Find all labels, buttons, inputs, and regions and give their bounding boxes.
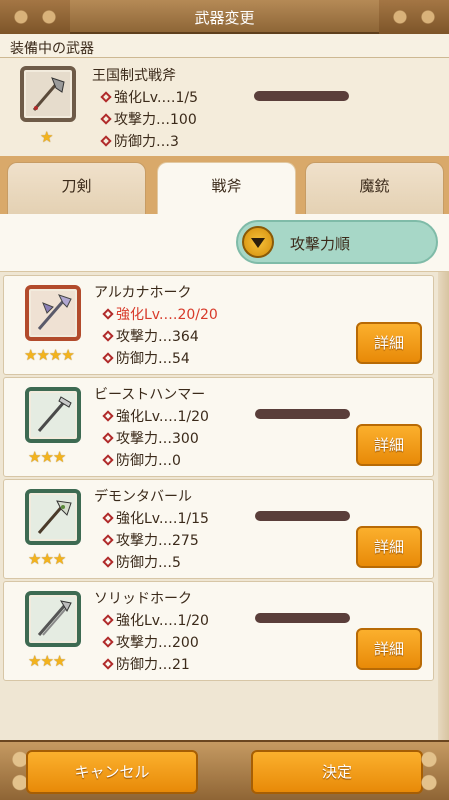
weapon-axe-icon: [25, 489, 81, 545]
detail-button[interactable]: 詳細: [356, 526, 422, 568]
list-item[interactable]: ★★★★ アルカナホーク 強化Lv.…20/20 攻撃力…364 防御力…54 …: [3, 275, 434, 375]
equipped-weapon-defense: 防御力…3: [100, 131, 179, 151]
weapon-enhance: 強化Lv.…1/20: [102, 406, 209, 426]
weapon-attack: 攻撃力…364: [102, 326, 199, 346]
tab-magic-gun[interactable]: 魔銃: [305, 162, 444, 214]
weapon-axe-icon: [25, 591, 81, 647]
equipped-section-header: 装備中の武器: [0, 34, 449, 58]
rarity-stars: ★★★★: [24, 346, 75, 364]
equipped-weapon-axe-icon: [20, 66, 76, 122]
weapon-name: デモンタバール: [94, 489, 192, 505]
diamond-bullet-icon: [102, 410, 114, 422]
weapon-name: ビーストハンマー: [94, 387, 206, 403]
weapon-attack: 攻撃力…275: [102, 530, 199, 550]
weapon-axe-icon: [25, 285, 81, 341]
weapon-hammer-icon: [25, 387, 81, 443]
sort-area: 攻撃力順: [0, 214, 449, 272]
enhance-progress-bar: [254, 91, 349, 101]
diamond-bullet-icon: [102, 352, 114, 364]
weapon-name: アルカナホーク: [94, 285, 192, 301]
weapon-enhance: 強化Lv.…1/20: [102, 610, 209, 630]
diamond-bullet-icon: [100, 113, 112, 125]
rarity-stars: ★★★: [28, 448, 66, 466]
diamond-bullet-icon: [102, 534, 114, 546]
equipped-weapon-panel: ★ 王国制式戦斧 強化Lv.…1/5 攻撃力…100 防御力…3: [0, 58, 449, 156]
tab-sword[interactable]: 刀剣: [7, 162, 146, 214]
diamond-bullet-icon: [102, 614, 114, 626]
ornament-right: [379, 0, 449, 34]
equipped-weapon-name: 王国制式戦斧: [92, 68, 176, 84]
diamond-bullet-icon: [102, 330, 114, 342]
weapon-attack: 攻撃力…300: [102, 428, 199, 448]
equipped-weapon-attack: 攻撃力…100: [100, 109, 197, 129]
enhance-progress-bar: [255, 511, 350, 521]
weapon-category-tabs: 刀剣 戦斧 魔銃: [0, 156, 449, 216]
weapon-attack: 攻撃力…200: [102, 632, 199, 652]
diamond-bullet-icon: [102, 432, 114, 444]
diamond-bullet-icon: [102, 556, 114, 568]
footer-bar: キャンセル 決定: [0, 740, 449, 800]
scrollbar[interactable]: [438, 272, 449, 740]
weapon-defense: 防御力…5: [102, 552, 181, 572]
cancel-button[interactable]: キャンセル: [26, 750, 198, 794]
header-bar: 武器変更: [0, 0, 449, 34]
detail-button[interactable]: 詳細: [356, 628, 422, 670]
weapon-name: ソリッドホーク: [94, 591, 192, 607]
diamond-bullet-icon: [102, 636, 114, 648]
equipped-weapon-stars: ★: [40, 128, 53, 146]
sort-label: 攻撃力順: [290, 235, 351, 253]
list-item[interactable]: ★★★ ソリッドホーク 強化Lv.…1/20 攻撃力…200 防御力…21 詳細: [3, 581, 434, 681]
detail-button[interactable]: 詳細: [356, 322, 422, 364]
enhance-progress-bar: [255, 613, 350, 623]
diamond-bullet-icon: [102, 658, 114, 670]
weapon-enhance: 強化Lv.…1/15: [102, 508, 209, 528]
diamond-bullet-icon: [100, 135, 112, 147]
diamond-bullet-icon: [102, 454, 114, 466]
diamond-bullet-icon: [102, 512, 114, 524]
rarity-stars: ★★★: [28, 652, 66, 670]
chevron-down-icon: [242, 226, 274, 258]
sort-button[interactable]: 攻撃力順: [236, 220, 438, 264]
diamond-bullet-icon: [102, 308, 114, 320]
weapon-defense: 防御力…54: [102, 348, 190, 368]
weapon-defense: 防御力…21: [102, 654, 190, 674]
detail-button[interactable]: 詳細: [356, 424, 422, 466]
weapon-defense: 防御力…0: [102, 450, 181, 470]
enhance-progress-bar: [255, 409, 350, 419]
tab-battleaxe[interactable]: 戦斧: [157, 162, 296, 216]
list-item[interactable]: ★★★ デモンタバール 強化Lv.…1/15 攻撃力…275 防御力…5 詳細: [3, 479, 434, 579]
list-item[interactable]: ★★★ ビーストハンマー 強化Lv.…1/20 攻撃力…300 防御力…0 詳細: [3, 377, 434, 477]
equipped-weapon-enhance: 強化Lv.…1/5: [100, 87, 198, 107]
confirm-button[interactable]: 決定: [251, 750, 423, 794]
diamond-bullet-icon: [100, 91, 112, 103]
ornament-right: [409, 742, 449, 800]
equipped-section-label: 装備中の武器: [10, 41, 94, 57]
rarity-stars: ★★★: [28, 550, 66, 568]
weapon-enhance: 強化Lv.…20/20: [102, 304, 218, 324]
weapon-list[interactable]: ★★★★ アルカナホーク 強化Lv.…20/20 攻撃力…364 防御力…54 …: [0, 272, 449, 740]
